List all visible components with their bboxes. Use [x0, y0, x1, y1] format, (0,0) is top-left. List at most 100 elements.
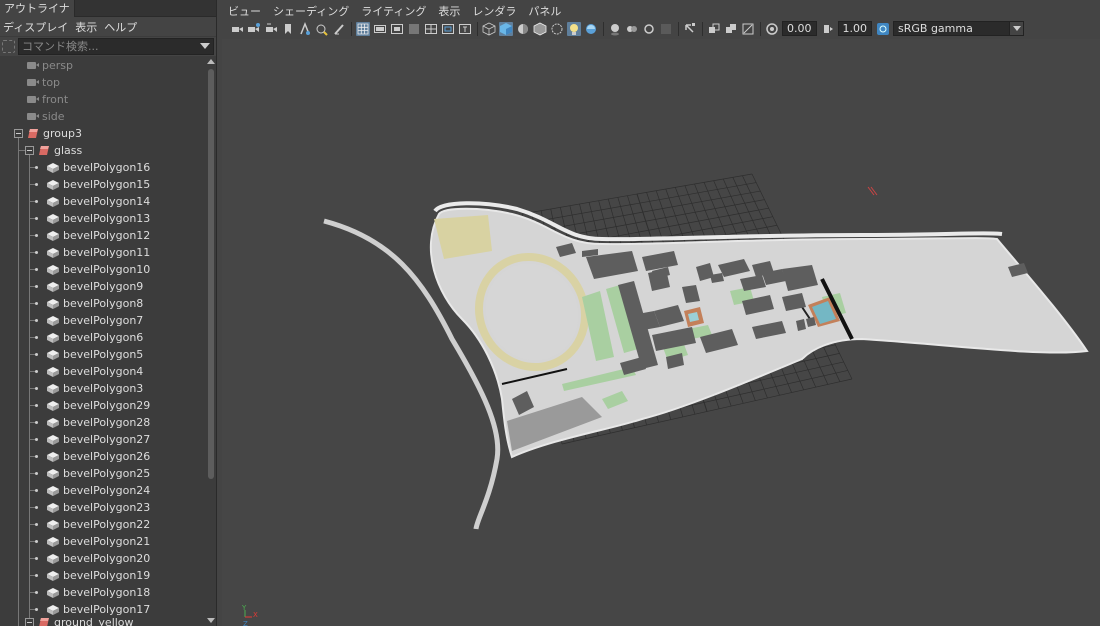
default-material-icon[interactable] — [516, 22, 530, 36]
outliner-item-mesh[interactable]: bevelPolygon25 — [0, 465, 205, 482]
outliner-tab[interactable]: アウトライナ — [0, 0, 216, 17]
chevron-down-icon[interactable] — [1009, 22, 1023, 35]
outliner-item-mesh[interactable]: bevelPolygon26 — [0, 448, 205, 465]
motion-blur-icon[interactable] — [642, 22, 656, 36]
outliner-item-persp[interactable]: persp — [0, 57, 205, 74]
image-plane-icon[interactable] — [298, 21, 312, 36]
outliner-item-mesh[interactable]: bevelPolygon6 — [0, 329, 205, 346]
wireframe-on-shaded-icon[interactable] — [533, 22, 547, 36]
menu-lighting[interactable]: ライティング — [355, 3, 432, 19]
exposure-icon[interactable] — [765, 22, 779, 36]
bookmarks-icon[interactable] — [264, 22, 278, 36]
resolution-gate-icon[interactable] — [390, 22, 404, 36]
gamma-field[interactable]: 1.00 — [837, 21, 872, 36]
color-management-icon[interactable] — [876, 22, 890, 36]
outliner-item-mesh[interactable]: bevelPolygon3 — [0, 380, 205, 397]
menu-renderer[interactable]: レンダラ — [466, 3, 522, 19]
chevron-down-icon[interactable] — [200, 43, 210, 49]
outliner-item-mesh[interactable]: bevelPolygon13 — [0, 210, 205, 227]
gate-mask-icon[interactable] — [407, 22, 421, 36]
outliner-item-mesh[interactable]: bevelPolygon28 — [0, 414, 205, 431]
outliner-item-mesh[interactable]: bevelPolygon24 — [0, 482, 205, 499]
wireframe-icon[interactable] — [482, 22, 496, 36]
tree-node-dot — [35, 506, 38, 509]
grid-icon[interactable] — [356, 21, 370, 36]
outliner-tab-title[interactable]: アウトライナ — [0, 0, 75, 17]
xray-active-components-icon[interactable] — [724, 22, 738, 36]
xray-icon[interactable] — [550, 22, 564, 36]
menu-shading[interactable]: シェーディング — [267, 3, 355, 19]
mesh-icon — [47, 384, 59, 394]
film-gate-icon[interactable] — [373, 22, 387, 36]
tree-node-dot — [35, 234, 38, 237]
collapse-toggle[interactable] — [14, 129, 23, 138]
outliner-scrollbar[interactable] — [205, 57, 216, 626]
outliner-item-side[interactable]: side — [0, 108, 205, 125]
field-chart-icon[interactable] — [424, 22, 438, 36]
select-camera-icon[interactable] — [230, 22, 244, 36]
gamma-icon[interactable] — [821, 22, 835, 36]
outliner-item-ground-yellow[interactable]: ground_yellow — [0, 614, 205, 626]
isolate-select-icon[interactable] — [683, 22, 697, 36]
smooth-shade-icon[interactable] — [499, 21, 513, 36]
command-search-input[interactable] — [18, 38, 214, 55]
3d-viewport[interactable]: Y X Z — [222, 39, 1100, 626]
safe-action-icon[interactable] — [441, 22, 455, 36]
outliner-item-mesh[interactable]: bevelPolygon10 — [0, 261, 205, 278]
ambient-occlusion-icon[interactable] — [625, 22, 639, 36]
outliner-item-mesh[interactable]: bevelPolygon11 — [0, 244, 205, 261]
search-options-icon[interactable] — [2, 40, 15, 53]
outliner-item-mesh[interactable]: bevelPolygon29 — [0, 397, 205, 414]
safe-title-icon[interactable] — [458, 22, 472, 36]
shadows-icon[interactable] — [608, 22, 622, 36]
outliner-item-glass[interactable]: glass — [0, 142, 205, 159]
menu-show[interactable]: 表示 — [432, 3, 466, 19]
menu-display[interactable]: ディスプレイ — [0, 19, 72, 35]
mesh-icon — [47, 452, 59, 462]
outliner-item-mesh[interactable]: bevelPolygon18 — [0, 584, 205, 601]
outliner-item-mesh[interactable]: bevelPolygon21 — [0, 533, 205, 550]
expand-toggle[interactable] — [25, 618, 34, 626]
anti-aliasing-icon[interactable] — [659, 22, 673, 36]
toolbar-separator — [603, 21, 604, 36]
2d-pan-zoom-icon[interactable] — [315, 22, 329, 36]
bookmark-icon[interactable] — [281, 22, 295, 36]
outliner-item-top[interactable]: top — [0, 74, 205, 91]
scroll-thumb[interactable] — [208, 69, 214, 479]
outliner-item-mesh[interactable]: bevelPolygon9 — [0, 278, 205, 295]
outliner-item-mesh[interactable]: bevelPolygon7 — [0, 312, 205, 329]
menu-panels[interactable]: パネル — [522, 3, 567, 19]
outliner-item-mesh[interactable]: bevelPolygon27 — [0, 431, 205, 448]
grease-pencil-icon[interactable] — [332, 22, 346, 36]
outliner-item-front[interactable]: front — [0, 91, 205, 108]
camera-attributes-icon[interactable] — [247, 22, 261, 36]
outliner-item-mesh[interactable]: bevelPolygon4 — [0, 363, 205, 380]
collapse-toggle[interactable] — [25, 146, 34, 155]
outliner-item-mesh[interactable]: bevelPolygon23 — [0, 499, 205, 516]
menu-view[interactable]: ビュー — [222, 3, 267, 19]
outliner-item-mesh[interactable]: bevelPolygon15 — [0, 176, 205, 193]
outliner-item-group3[interactable]: group3 — [0, 125, 205, 142]
outliner-item-mesh[interactable]: bevelPolygon20 — [0, 550, 205, 567]
outliner-item-mesh[interactable]: bevelPolygon5 — [0, 346, 205, 363]
scroll-up-icon[interactable] — [207, 59, 215, 64]
use-all-lights-icon[interactable] — [584, 22, 598, 36]
tree-node-dot — [35, 591, 38, 594]
outliner-item-mesh[interactable]: bevelPolygon16 — [0, 159, 205, 176]
scroll-down-icon[interactable] — [207, 618, 215, 623]
view-transform-select[interactable]: sRGB gamma — [893, 21, 1024, 36]
outliner-item-mesh[interactable]: bevelPolygon8 — [0, 295, 205, 312]
textured-icon[interactable] — [567, 21, 581, 36]
outliner-item-mesh[interactable]: bevelPolygon19 — [0, 567, 205, 584]
xray-joints-icon[interactable] — [707, 22, 721, 36]
menu-show[interactable]: 表示 — [72, 19, 101, 35]
outliner-item-label: side — [42, 110, 65, 123]
menu-help[interactable]: ヘルプ — [101, 19, 141, 35]
backface-culling-icon[interactable] — [741, 22, 755, 36]
exposure-field[interactable]: 0.00 — [782, 21, 817, 36]
toolbar-separator — [351, 21, 352, 36]
toolbar-separator — [477, 21, 478, 36]
outliner-item-mesh[interactable]: bevelPolygon12 — [0, 227, 205, 244]
outliner-item-mesh[interactable]: bevelPolygon14 — [0, 193, 205, 210]
outliner-item-mesh[interactable]: bevelPolygon22 — [0, 516, 205, 533]
